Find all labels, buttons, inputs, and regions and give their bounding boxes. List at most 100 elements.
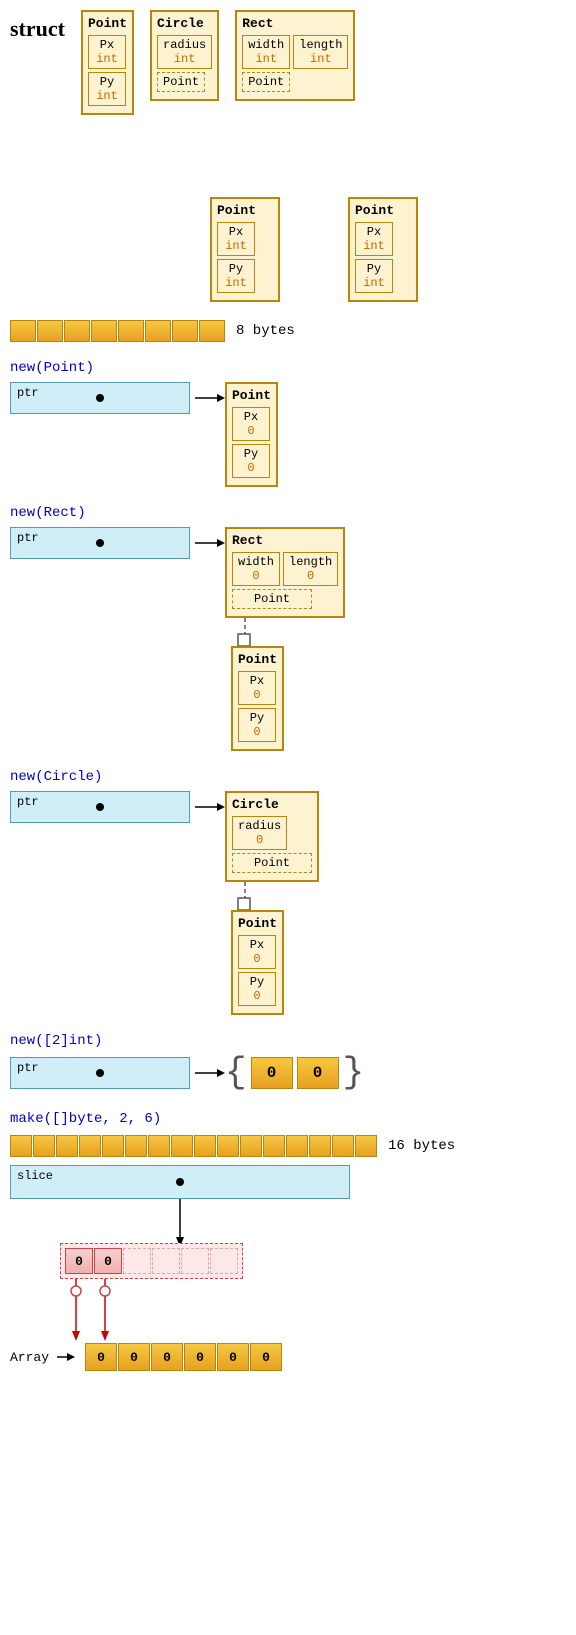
new-circle-point-dashed: Point bbox=[232, 853, 312, 873]
byte-cell-6 bbox=[145, 320, 171, 342]
circle-radius-field: radius int bbox=[157, 35, 212, 69]
sb-cell-3 bbox=[56, 1135, 78, 1157]
new-point-px-cell: Px 0 bbox=[232, 407, 270, 441]
new-point-ptr-container: ptr bbox=[10, 382, 195, 414]
new-rect-ptr-container: ptr bbox=[10, 527, 195, 559]
slice-label: slice bbox=[17, 1169, 53, 1183]
new-point-ptr-label: ptr bbox=[17, 386, 39, 400]
sub-slice-empty-4 bbox=[210, 1248, 238, 1274]
byte-cell-5 bbox=[118, 320, 144, 342]
array-bottom-cells: 0 0 0 0 0 0 bbox=[85, 1343, 283, 1371]
array-cell-0c: 0 bbox=[151, 1343, 183, 1371]
new-point-label: new(Point) bbox=[10, 360, 566, 376]
new-circle-ptr-dot bbox=[96, 803, 104, 811]
new-2int-arrow bbox=[195, 1057, 225, 1089]
new-2int-ptr-label: ptr bbox=[17, 1061, 39, 1075]
new-rect-struct: Rect width 0 length 0 Point bbox=[225, 527, 345, 618]
new-rect-point-py: Py 0 bbox=[238, 708, 276, 742]
new-point-py-cell: Py 0 bbox=[232, 444, 270, 478]
sub-slice-area: 0 0 bbox=[60, 1243, 566, 1279]
byte-cell-1 bbox=[10, 320, 36, 342]
sb-cell-12 bbox=[263, 1135, 285, 1157]
array-cell-0e: 0 bbox=[217, 1343, 249, 1371]
new-point-arrow bbox=[195, 382, 225, 414]
sub-slice-circles bbox=[62, 1283, 262, 1303]
rect-width-field: width int bbox=[242, 35, 290, 69]
new-2int-array: { 0 0 } bbox=[225, 1055, 364, 1091]
make-section: make([]byte, 2, 6) 16 byt bbox=[10, 1111, 566, 1371]
new-2int-label: new([2]int) bbox=[10, 1033, 566, 1049]
new-rect-point-dashed: Point bbox=[232, 589, 312, 609]
sb-cell-14 bbox=[309, 1135, 331, 1157]
new-circle-point-expanded: Point Px 0 Py 0 bbox=[231, 910, 284, 1015]
curly-cells: 0 0 bbox=[247, 1057, 343, 1089]
bytes-8-section: 8 bytes bbox=[10, 320, 566, 342]
sb-cell-7 bbox=[148, 1135, 170, 1157]
struct-section: struct Point Px int Py int bbox=[10, 10, 566, 302]
new-circle-ptr-label: ptr bbox=[17, 795, 39, 809]
new-circle-ptr-container: ptr bbox=[10, 791, 195, 823]
byte-cells-8 bbox=[10, 320, 226, 342]
array-cell-0b: 0 bbox=[118, 1343, 150, 1371]
bytes-16-label: 16 bytes bbox=[388, 1138, 455, 1154]
sb-cell-4 bbox=[79, 1135, 101, 1157]
new-circle-connector bbox=[225, 882, 275, 910]
new-2int-ptr-dot bbox=[96, 1069, 104, 1077]
sb-cell-8 bbox=[171, 1135, 193, 1157]
array-cell-0f: 0 bbox=[250, 1343, 282, 1371]
new-rect-arrow bbox=[195, 527, 225, 559]
bytes-8-label: 8 bytes bbox=[236, 323, 295, 339]
curly-cell-0b: 0 bbox=[297, 1057, 339, 1089]
new-point-ptr-box: ptr bbox=[10, 382, 190, 414]
sb-cell-2 bbox=[33, 1135, 55, 1157]
new-rect-section: new(Rect) ptr Rect width bbox=[10, 505, 566, 751]
new-rect-ptr-dot bbox=[96, 539, 104, 547]
new-rect-connector bbox=[225, 618, 275, 646]
sixteen-byte-cells bbox=[10, 1135, 378, 1157]
sub-slice-0a: 0 bbox=[65, 1248, 93, 1274]
circle-struct-box: Circle radius int Point bbox=[150, 10, 219, 101]
new-rect-point-expanded: Point Px 0 Py 0 bbox=[231, 646, 284, 751]
new-2int-section: new([2]int) ptr { 0 0 } bbox=[10, 1033, 566, 1091]
rect-point-px: Px int bbox=[355, 222, 393, 256]
struct-label: struct bbox=[10, 16, 65, 42]
rect-point-expanded: Point Px int Py int bbox=[348, 197, 418, 302]
circle-title: Circle bbox=[157, 16, 212, 31]
slice-box-container: slice bbox=[10, 1165, 566, 1199]
new-circle-point-px: Px 0 bbox=[238, 935, 276, 969]
new-point-ptr-dot bbox=[96, 394, 104, 402]
make-label: make([]byte, 2, 6) bbox=[10, 1111, 566, 1127]
new-circle-struct-group: Circle radius 0 Point bbox=[225, 791, 319, 1015]
point-struct-box: Point Px int Py int bbox=[81, 10, 134, 115]
curly-open: { bbox=[225, 1055, 247, 1091]
new-rect-point-px: Px 0 bbox=[238, 671, 276, 705]
rect-length-field: length int bbox=[293, 35, 348, 69]
sub-slice-outer: 0 0 bbox=[60, 1243, 243, 1279]
slice-dot bbox=[176, 1178, 184, 1186]
new-rect-label: new(Rect) bbox=[10, 505, 566, 521]
sb-cell-5 bbox=[102, 1135, 124, 1157]
slice-to-subslice-arrow bbox=[110, 1199, 310, 1249]
new-circle-section: new(Circle) ptr Circle radius 0 bbox=[10, 769, 566, 1015]
slice-box: slice bbox=[10, 1165, 350, 1199]
byte-cell-7 bbox=[172, 320, 198, 342]
circle-point-expanded: Point Px int Py int bbox=[210, 197, 280, 302]
new-circle-arrow bbox=[195, 791, 225, 823]
new-circle-point-py: Py 0 bbox=[238, 972, 276, 1006]
sb-cell-11 bbox=[240, 1135, 262, 1157]
rect-point-embedded: Point bbox=[242, 72, 290, 92]
sb-cell-15 bbox=[332, 1135, 354, 1157]
new-rect-ptr-box: ptr bbox=[10, 527, 190, 559]
byte-cell-2 bbox=[37, 320, 63, 342]
new-2int-ptr-box: ptr bbox=[10, 1057, 190, 1089]
circle-point-py: Py int bbox=[217, 259, 255, 293]
point-px-field: Px int bbox=[88, 35, 126, 69]
array-arrow-icon bbox=[57, 1347, 77, 1367]
array-cell-0d: 0 bbox=[184, 1343, 216, 1371]
new-rect-ptr-label: ptr bbox=[17, 531, 39, 545]
byte-cell-4 bbox=[91, 320, 117, 342]
new-rect-length-cell: length 0 bbox=[283, 552, 338, 586]
array-cell-0a: 0 bbox=[85, 1343, 117, 1371]
sub-slice-empty-3 bbox=[181, 1248, 209, 1274]
point-py-field: Py int bbox=[88, 72, 126, 106]
